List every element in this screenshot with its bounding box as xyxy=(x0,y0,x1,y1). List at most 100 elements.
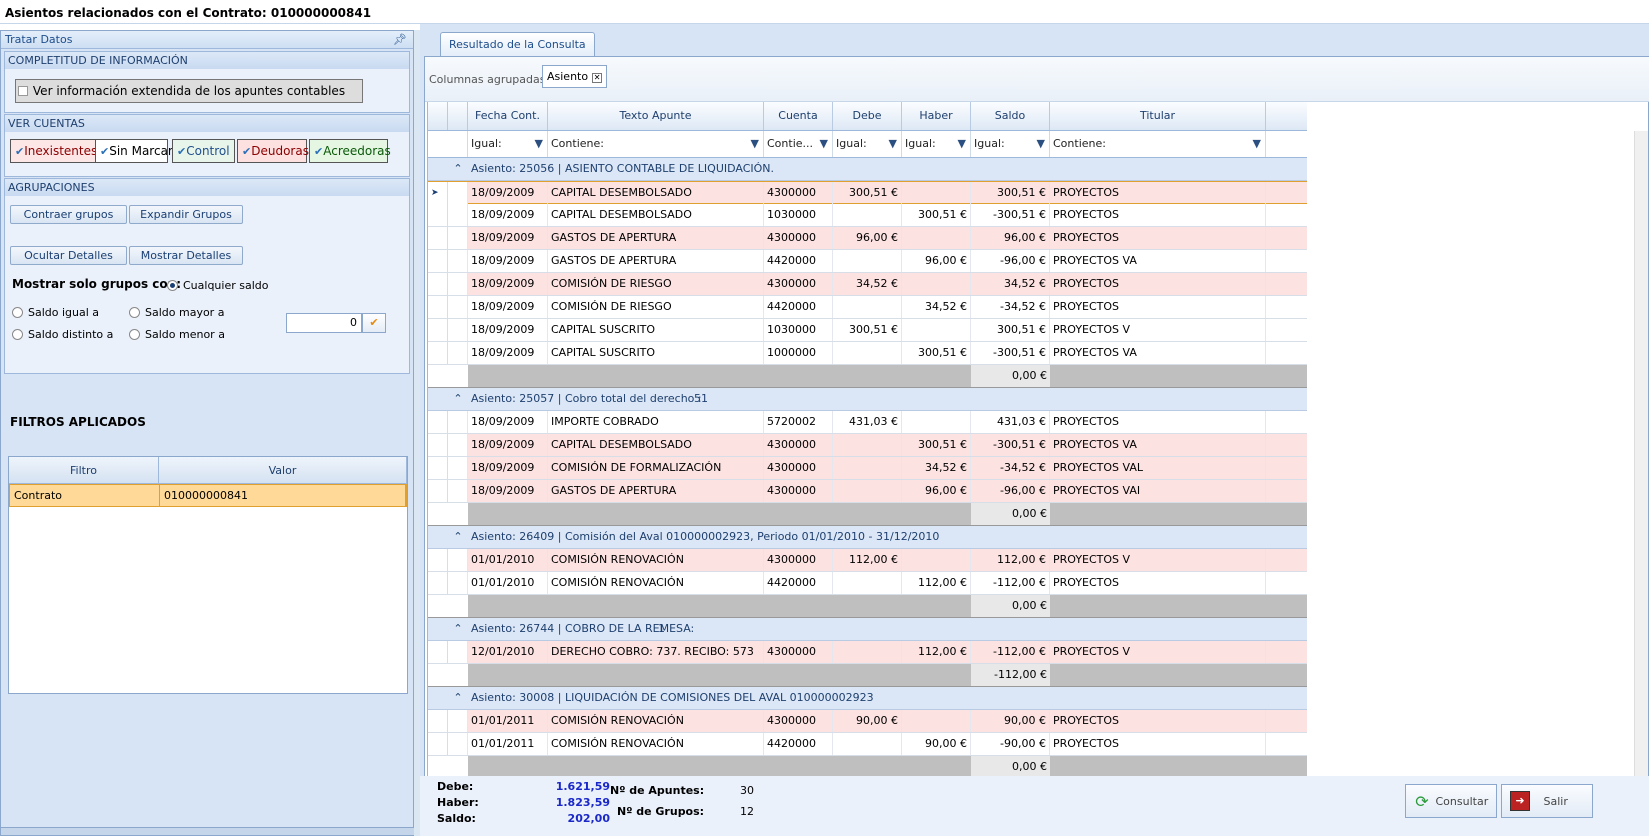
filter-tag-2[interactable]: ✔Control xyxy=(172,139,235,163)
funnel-icon[interactable]: ▼ xyxy=(958,131,966,157)
funnel-icon[interactable]: ▼ xyxy=(889,131,897,157)
expandir-grupos-button[interactable]: Expandir Grupos xyxy=(129,205,243,224)
filter-cell-haber[interactable]: Igual: ▼ xyxy=(902,131,971,157)
table-row[interactable]: 01/01/2010 COMISIÓN RENOVACIÓN 4420000 112,… xyxy=(428,572,1307,595)
table-row[interactable]: 01/01/2011 COMISIÓN RENOVACIÓN 4420000 90,0… xyxy=(428,733,1307,756)
funnel-icon[interactable]: ▼ xyxy=(1037,131,1045,157)
column-header-haber[interactable]: Haber xyxy=(902,102,971,130)
table-row[interactable]: 18/09/2009 CAPITAL SUSCRITO 1000000 300,51 … xyxy=(428,342,1307,365)
cell-cuenta: 4300000 xyxy=(764,549,833,571)
pin-icon[interactable]: 📌︎ xyxy=(393,33,407,46)
cell-fecha: 18/09/2009 xyxy=(468,227,548,249)
table-row[interactable]: ➤ 18/09/2009 CAPITAL DESEMBOLSADO 4300000 30… xyxy=(428,181,1307,204)
funnel-icon[interactable]: ▼ xyxy=(751,131,759,157)
valor-column-header[interactable]: Valor xyxy=(159,457,407,483)
cell-debe xyxy=(833,572,902,594)
table-row[interactable]: 01/01/2010 COMISIÓN RENOVACIÓN 4300000 112,… xyxy=(428,549,1307,572)
consultar-button[interactable]: ⟳ Consultar xyxy=(1405,784,1497,818)
funnel-icon[interactable]: ▼ xyxy=(535,131,543,157)
table-row[interactable]: 18/09/2009 COMISIÓN DE FORMALIZACIÓN 43000… xyxy=(428,457,1307,480)
group-row[interactable]: ⌃ Asiento: 26409 | Comisión del Aval 0100… xyxy=(428,526,1307,549)
table-row[interactable]: 18/09/2009 COMISIÓN DE RIESGO 4300000 34,52… xyxy=(428,273,1307,296)
funnel-icon[interactable]: ▼ xyxy=(1253,131,1261,157)
funnel-icon[interactable]: ▼ xyxy=(820,131,828,157)
apply-checkmark-icon[interactable]: ✔ xyxy=(362,313,386,333)
row-group-spacer xyxy=(448,641,468,663)
filter-tag-3[interactable]: ✔Deudoras xyxy=(237,139,309,163)
cell-fecha: 18/09/2009 xyxy=(468,250,548,272)
collapse-icon[interactable]: ⌃ xyxy=(448,526,468,548)
ver-informacion-extendida-button[interactable]: Ver información extendida de los apuntes… xyxy=(15,79,363,103)
radio-saldo-distinto[interactable]: Saldo distinto a xyxy=(12,328,113,341)
cell-texto: CAPITAL DESEMBOLSADO xyxy=(548,434,764,456)
table-row[interactable]: 18/09/2009 GASTOS DE APERTURA 4300000 96,00… xyxy=(428,480,1307,503)
radio-saldo-menor[interactable]: Saldo menor a xyxy=(129,328,225,341)
column-header-saldo[interactable]: Saldo xyxy=(971,102,1050,130)
tab-resultado-consulta[interactable]: Resultado de la Consulta xyxy=(440,32,595,56)
collapse-icon[interactable]: ⌃ xyxy=(448,687,468,709)
filter-tag-label: Deudoras xyxy=(251,144,309,158)
column-header-debe[interactable]: Debe xyxy=(833,102,902,130)
filter-cell-titular[interactable]: Contiene: ▼ xyxy=(1050,131,1266,157)
group-row[interactable]: ⌃ Asiento: 25057 | Cobro total del derech… xyxy=(428,388,1307,411)
grupos-label: Nº de Grupos: xyxy=(617,805,705,818)
cell-texto: CAPITAL SUSCRITO xyxy=(548,342,764,364)
cell-haber: 112,00 € xyxy=(902,641,971,663)
group-chip-asiento[interactable]: Asiento ✕ xyxy=(542,65,608,88)
radio-cualquier-saldo[interactable]: Cualquier saldo xyxy=(167,279,269,292)
group-row[interactable]: ⌃ Asiento: 25056 | ASIENTO CONTABLE DE LI… xyxy=(428,158,1307,181)
radio-saldo-igual[interactable]: Saldo igual a xyxy=(12,306,99,319)
filter-tag-4[interactable]: ✔Acreedoras xyxy=(309,139,391,163)
table-row[interactable]: 18/09/2009 COMISIÓN DE RIESGO 4420000 34,52… xyxy=(428,296,1307,319)
row-group-spacer xyxy=(448,549,468,571)
row-group-spacer xyxy=(448,457,468,479)
salir-button[interactable]: ➜ Salir xyxy=(1501,784,1593,818)
filter-tag-0[interactable]: ✔Inexistentes xyxy=(10,139,97,163)
group-row[interactable]: ⌃ Asiento: 26744 | COBRO DE LA REMESA: 1 xyxy=(428,618,1307,641)
filter-cell-texto[interactable]: Contiene: ▼ xyxy=(548,131,764,157)
header-indicator-cell xyxy=(428,102,448,130)
filter-cell-debe[interactable]: Igual: ▼ xyxy=(833,131,902,157)
filtros-aplicados-grid: Filtro Valor Contrato 010000000841 xyxy=(8,456,408,694)
filter-cell-fecha[interactable]: Igual: ▼ xyxy=(468,131,548,157)
column-header-cuenta[interactable]: Cuenta xyxy=(764,102,833,130)
cell-cuenta: 4300000 xyxy=(764,457,833,479)
filter-cell-cuenta[interactable]: Contie... ▼ xyxy=(764,131,833,157)
table-row[interactable]: 01/01/2011 COMISIÓN RENOVACIÓN 4300000 90,0… xyxy=(428,710,1307,733)
cell-texto: IMPORTE COBRADO xyxy=(548,411,764,433)
column-header-titular[interactable]: Titular xyxy=(1050,102,1266,130)
filtro-row[interactable]: Contrato 010000000841 xyxy=(9,484,407,507)
mostrar-detalles-button[interactable]: Mostrar Detalles xyxy=(129,246,243,265)
collapse-icon[interactable]: ⌃ xyxy=(448,618,468,640)
table-row[interactable]: 18/09/2009 CAPITAL DESEMBOLSADO 1030000 300… xyxy=(428,204,1307,227)
table-row[interactable]: 12/01/2010 DERECHO COBRO: 737. RECIBO: 57… xyxy=(428,641,1307,664)
contraer-grupos-button[interactable]: Contraer grupos xyxy=(10,205,127,224)
group-summary-row: -112,00 € xyxy=(428,664,1307,687)
column-header-fecha[interactable]: Fecha Cont. xyxy=(468,102,548,130)
row-group-spacer xyxy=(448,273,468,295)
row-group-spacer xyxy=(448,296,468,318)
table-row[interactable]: 18/09/2009 GASTOS DE APERTURA 4300000 96,00… xyxy=(428,227,1307,250)
ocultar-detalles-button[interactable]: Ocultar Detalles xyxy=(10,246,127,265)
remove-group-icon[interactable]: ✕ xyxy=(592,73,603,83)
radio-saldo-mayor[interactable]: Saldo mayor a xyxy=(129,306,224,319)
column-header-texto[interactable]: Texto Apunte xyxy=(548,102,764,130)
table-row[interactable]: 18/09/2009 GASTOS DE APERTURA 4420000 96,00… xyxy=(428,250,1307,273)
saldo-value-input[interactable]: 0 xyxy=(286,313,362,333)
filter-cell-saldo[interactable]: Igual: ▼ xyxy=(971,131,1050,157)
collapse-icon[interactable]: ⌃ xyxy=(448,388,468,410)
group-row[interactable]: ⌃ Asiento: 30008 | LIQUIDACIÓN DE COMISIO… xyxy=(428,687,1307,710)
filtro-column-header[interactable]: Filtro xyxy=(9,457,159,483)
table-row[interactable]: 18/09/2009 CAPITAL DESEMBOLSADO 4300000 300… xyxy=(428,434,1307,457)
table-row[interactable]: 18/09/2009 CAPITAL SUSCRITO 1030000 300,51 … xyxy=(428,319,1307,342)
cell-fecha: 01/01/2011 xyxy=(468,710,548,732)
collapse-icon[interactable]: ⌃ xyxy=(448,158,468,180)
cell-saldo: 34,52 € xyxy=(971,273,1050,295)
checkbox-icon[interactable] xyxy=(18,86,28,96)
filter-tag-1[interactable]: ✔Sin Marcar xyxy=(95,139,173,163)
vertical-scrollbar[interactable] xyxy=(1634,131,1648,817)
cell-haber xyxy=(902,273,971,295)
cell-debe: 112,00 € xyxy=(833,549,902,571)
resultado-panel: Resultado de la Consulta Columnas agrupa… xyxy=(420,24,1649,836)
table-row[interactable]: 18/09/2009 IMPORTE COBRADO 5720002 431,03 €… xyxy=(428,411,1307,434)
